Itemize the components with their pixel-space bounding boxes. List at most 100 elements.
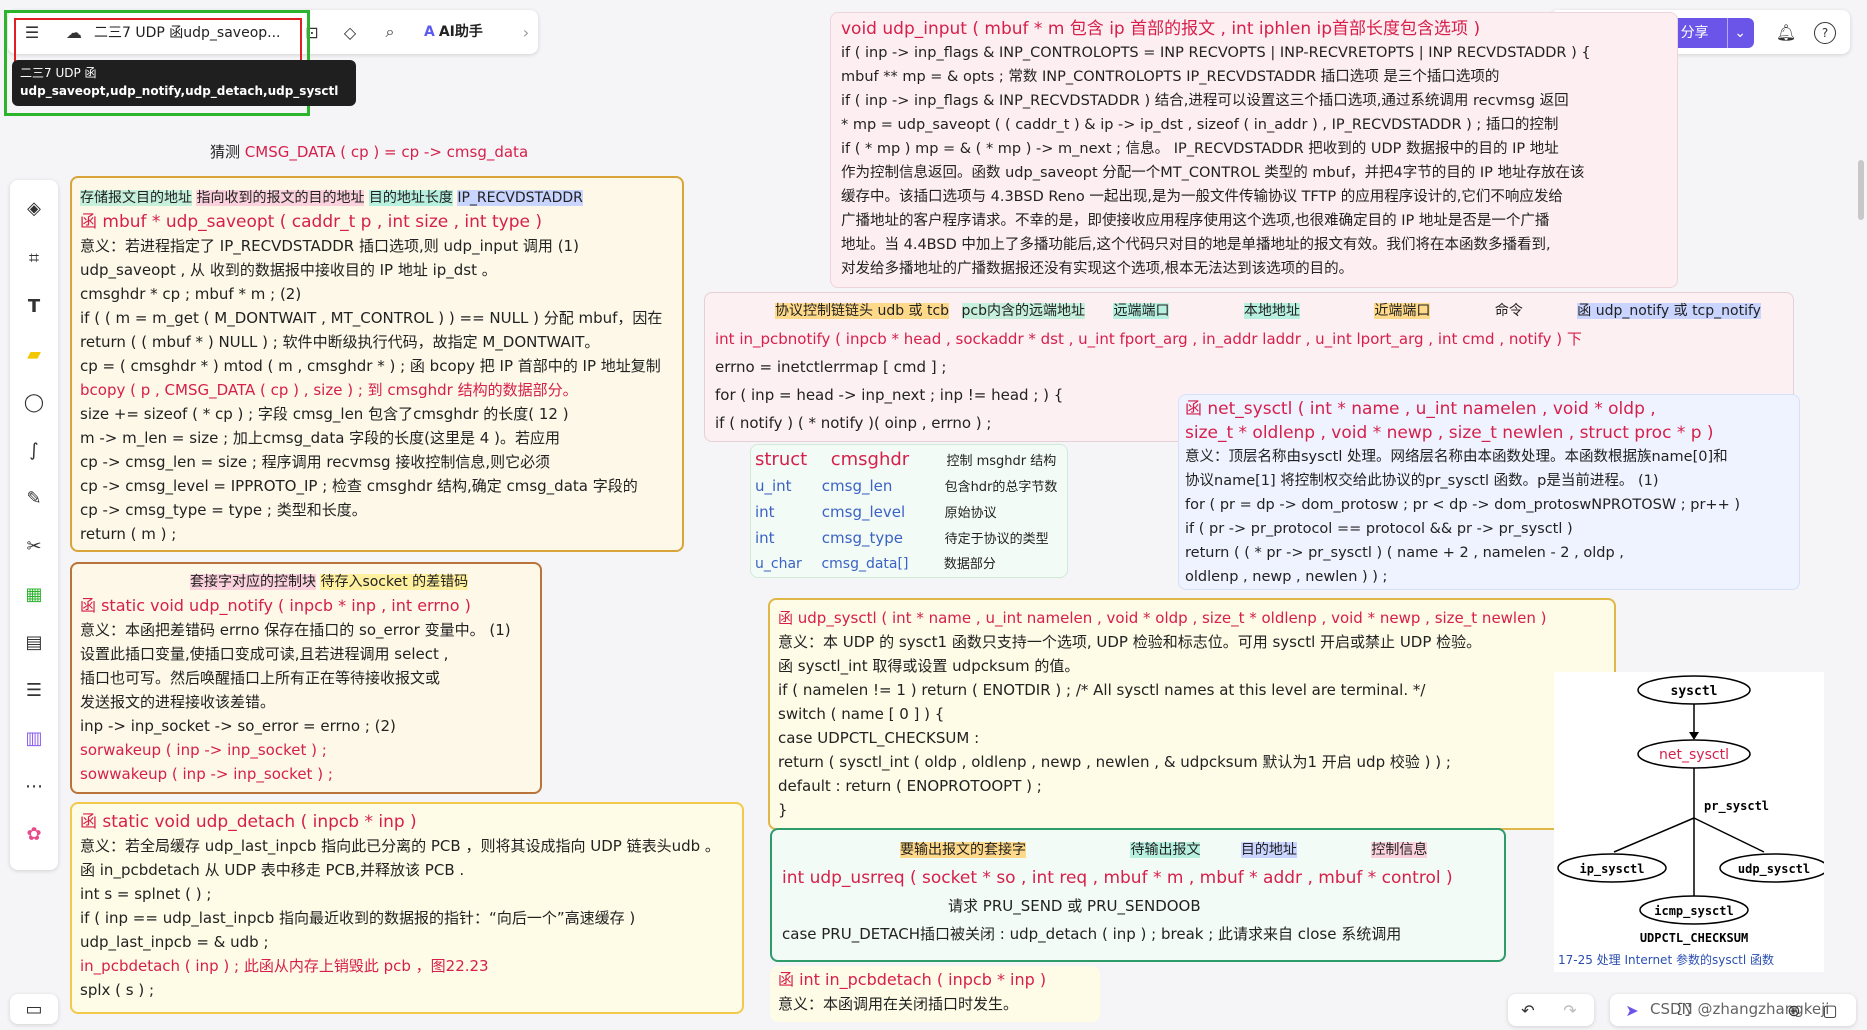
saveopt-label: 存储报文目的地址 bbox=[80, 190, 192, 206]
udp-input-line: if ( inp -> inp_flags & INP_RECVDSTADDR … bbox=[841, 93, 1569, 109]
history-controls: ↶ ↷ bbox=[1508, 994, 1594, 1026]
ai-label: AI助手 bbox=[438, 24, 483, 40]
udp-input-card[interactable]: void udp_input ( mbuf * m 包含 ip 首部的报文 , … bbox=[830, 12, 1678, 288]
connector-icon[interactable]: ∫ bbox=[16, 432, 52, 468]
udp-sysctl-line: } bbox=[778, 801, 788, 819]
detach-line: udp_last_inpcb = & udb ; bbox=[80, 933, 269, 951]
undo-icon[interactable]: ↶ bbox=[1514, 996, 1542, 1024]
vertical-scrollbar[interactable] bbox=[1858, 160, 1864, 220]
template-icon[interactable]: ◈ bbox=[16, 190, 52, 226]
in-pcbdetach-card[interactable]: 函 int in_pcbdetach ( inpcb * inp ) 意义：本函… bbox=[770, 966, 1100, 1022]
udp-input-line: if ( * mp ) mp = & ( * mp ) -> m_next ; … bbox=[841, 141, 1559, 157]
udp-input-line: 作为控制信息返回。函数 udp_saveopt 分配一个MT_CONTROL 类… bbox=[841, 165, 1585, 181]
cmsghdr-name: cmsg_level bbox=[821, 503, 906, 521]
net-sysctl-line: size_t * oldlenp , void * newp , size_t … bbox=[1185, 423, 1714, 443]
diagram-node-label: icmp_sysctl bbox=[1654, 904, 1733, 919]
pointer-icon[interactable]: ➤ bbox=[1618, 996, 1646, 1024]
guess-annotation: 猜测 CMSG_DATA ( cp ) = cp -> cmsg_data bbox=[210, 140, 590, 164]
notify-line: 意义：本函把差错码 errno 保存在插口的 so_error 变量中。 (1) bbox=[80, 621, 511, 639]
usrreq-line: int udp_usrreq ( socket * so , int req ,… bbox=[782, 868, 1453, 888]
saveopt-line: cp = ( cmsghdr * ) mtod ( m , cmsghdr * … bbox=[80, 357, 661, 375]
search-icon[interactable]: ⌕ bbox=[376, 18, 404, 46]
sysctl-diagram: sysctl net_sysctl pr_sysctl ip_sysctl ud… bbox=[1554, 672, 1829, 972]
saveopt-line: return ( m ) ; bbox=[80, 525, 177, 543]
doc-icon[interactable]: ▤ bbox=[16, 624, 52, 660]
pcbnotify-line: int in_pcbnotify ( inpcb * head , sockad… bbox=[715, 330, 1582, 348]
usrreq-label: 控制信息 bbox=[1371, 842, 1428, 858]
cmsghdr-type: int bbox=[755, 529, 775, 547]
notify-line: inp -> inp_socket -> so_error = errno ; … bbox=[80, 717, 396, 735]
pcbdetach-line: 函 int in_pcbdetach ( inpcb * inp ) bbox=[778, 970, 1047, 989]
apps-icon[interactable]: ✿ bbox=[16, 816, 52, 852]
usrreq-label: 待输出报文 bbox=[1130, 842, 1201, 858]
share-label: 分享 bbox=[1680, 25, 1709, 41]
cmsghdr-name: cmsghdr bbox=[830, 449, 910, 470]
net-sysctl-line: oldlenp , newp , newlen ) ) ; bbox=[1185, 569, 1388, 585]
chevron-right-icon[interactable]: › bbox=[518, 20, 534, 44]
tag-icon[interactable]: ◇ bbox=[336, 18, 364, 46]
tooltip-line2: udp_saveopt,udp_notify,udp_detach,udp_sy… bbox=[20, 84, 339, 98]
udp-sysctl-line: 函 udp_sysctl ( int * name , u_int namele… bbox=[778, 609, 1547, 627]
notify-label: 套接字对应的控制块 bbox=[190, 574, 316, 590]
cmsghdr-row: u_char cmsg_data[] 数据部分 bbox=[755, 551, 1063, 577]
net-sysctl-card[interactable]: 函 net_sysctl ( int * name , u_int namele… bbox=[1178, 394, 1800, 590]
shape-icon[interactable]: ◯ bbox=[16, 384, 52, 420]
usrreq-line: 请求 PRU_SEND 或 PRU_SENDOOB bbox=[948, 897, 1201, 915]
diagram-edge bbox=[1693, 817, 1765, 853]
detach-line: int s = splnet ( ) ; bbox=[80, 885, 212, 903]
udp-input-line: void udp_input ( mbuf * m 包含 ip 首部的报文 , … bbox=[841, 19, 1481, 39]
diagram-bottom-label: UDPCTL_CHECKSUM bbox=[1640, 931, 1748, 946]
bottom-left-panel: ▭ bbox=[10, 994, 58, 1024]
cmsghdr-type: u_char bbox=[755, 556, 802, 572]
redo-icon[interactable]: ↷ bbox=[1556, 996, 1584, 1024]
detach-line: in_pcbdetach ( inp ) ; 此函从内存上销毁此 pcb ，图2… bbox=[80, 957, 489, 975]
saveopt-line: cp -> cmsg_type = type ; 类型和长度。 bbox=[80, 501, 367, 519]
bell-icon[interactable]: 🔔︎ bbox=[1772, 18, 1800, 46]
ai-assistant-button[interactable]: A AI助手 bbox=[424, 20, 504, 44]
udp-input-line: 广播地址的客户程序请求。不幸的是，即使接收应用程序使用这个选项,也很难确定目的 … bbox=[841, 213, 1550, 229]
ai-icon: A bbox=[424, 24, 435, 40]
udp-input-line: 地址。当 4.4BSD 中加上了多播功能后,这个代码只对目的地是单播地址的报文有… bbox=[841, 237, 1551, 253]
cmsghdr-struct-card[interactable]: struct cmsghdr 控制 msghdr 结构 u_int cmsg_l… bbox=[750, 444, 1068, 578]
help-icon[interactable]: ? bbox=[1814, 22, 1836, 44]
saveopt-line: 意义：若进程指定了 IP_RECVDSTADDR 插口选项,则 udp_inpu… bbox=[80, 237, 579, 255]
net-sysctl-line: return ( ( * pr -> pr_sysctl ) ( name + … bbox=[1185, 545, 1624, 561]
doc-title-tooltip: 二三7 UDP 函 udp_saveopt,udp_notify,udp_det… bbox=[12, 60, 356, 106]
minimap-icon[interactable]: ▭ bbox=[16, 991, 52, 1027]
saveopt-line: cp -> cmsg_level = IPPROTO_IP ; 检查 cmsgh… bbox=[80, 477, 638, 495]
udp-detach-card[interactable]: 函 static void udp_detach ( inpcb * inp )… bbox=[70, 802, 744, 1014]
udp-input-line: 对发给多播地址的广播数据报还没有实现这个选项,根本无法达到该选项的目的。 bbox=[841, 261, 1354, 277]
udp-usrreq-card[interactable]: 要输出报文的套接字 待输出报文 目的地址 控制信息 int udp_usrreq… bbox=[770, 828, 1506, 962]
detach-line: splx ( s ) ; bbox=[80, 981, 155, 999]
cmsghdr-name: cmsg_type bbox=[821, 529, 903, 547]
mindmap-icon[interactable]: ✂ bbox=[16, 528, 52, 564]
list-icon[interactable]: ☰ bbox=[16, 672, 52, 708]
udp-notify-card[interactable]: 套接字对应的控制块 待存入socket 的差错码 函 static void u… bbox=[70, 562, 542, 794]
usrreq-param-labels: 要输出报文的套接字 待输出报文 目的地址 控制信息 bbox=[782, 836, 1494, 864]
cmsghdr-row: int cmsg_level 原始协议 bbox=[755, 499, 1063, 525]
udp-input-line: mbuf ** mp = & opts ; 常数 INP_CONTROLOPTS… bbox=[841, 69, 1500, 85]
saveopt-line: cmsghdr * cp ; mbuf * m ; (2) bbox=[80, 285, 302, 303]
notify-line: 发送报文的进程接收该差错。 bbox=[80, 693, 276, 711]
net-sysctl-line: 函 net_sysctl ( int * name , u_int namele… bbox=[1185, 399, 1656, 419]
pcbnotify-label: 本地地址 bbox=[1243, 303, 1300, 319]
udp-sysctl-line: switch ( name [ 0 ] ) { bbox=[778, 705, 945, 723]
table-icon[interactable]: ▦ bbox=[16, 576, 52, 612]
udp-saveopt-card[interactable]: 存储报文目的地址 指向收到的报文的目的地址 目的地址长度 IP_RECVDSTA… bbox=[70, 176, 684, 552]
udp-sysctl-line: if ( namelen != 1 ) return ( ENOTDIR ) ;… bbox=[778, 681, 1426, 699]
saveopt-line: m -> m_len = size ; 加上cmsg_data 字段的长度(这里… bbox=[80, 429, 560, 447]
udp-sysctl-card[interactable]: 函 udp_sysctl ( int * name , u_int namele… bbox=[768, 598, 1616, 830]
cmsghdr-type: u_int bbox=[755, 477, 792, 495]
text-icon[interactable]: T bbox=[16, 288, 52, 324]
detach-line: 函 in_pcbdetach 从 UDP 表中移走 PCB,并释放该 PCB . bbox=[80, 861, 465, 879]
pcbnotify-label: 命令 bbox=[1494, 303, 1523, 319]
sticky-note-icon[interactable]: ▰ bbox=[16, 336, 52, 372]
frame-icon[interactable]: ⌗ bbox=[16, 240, 52, 276]
usrreq-line: case PRU_DETACH插口被关闭 : udp_detach ( inp … bbox=[782, 925, 1402, 943]
pen-icon[interactable]: ✎ bbox=[16, 480, 52, 516]
share-dropdown-icon[interactable]: ⌄ bbox=[1727, 18, 1746, 48]
more-icon[interactable]: ⋯ bbox=[16, 768, 52, 804]
kanban-icon[interactable]: ▥ bbox=[16, 720, 52, 756]
diagram-edge bbox=[1613, 817, 1695, 853]
net-sysctl-line: for ( pr = dp -> dom_protosw ; pr < dp -… bbox=[1185, 497, 1741, 513]
